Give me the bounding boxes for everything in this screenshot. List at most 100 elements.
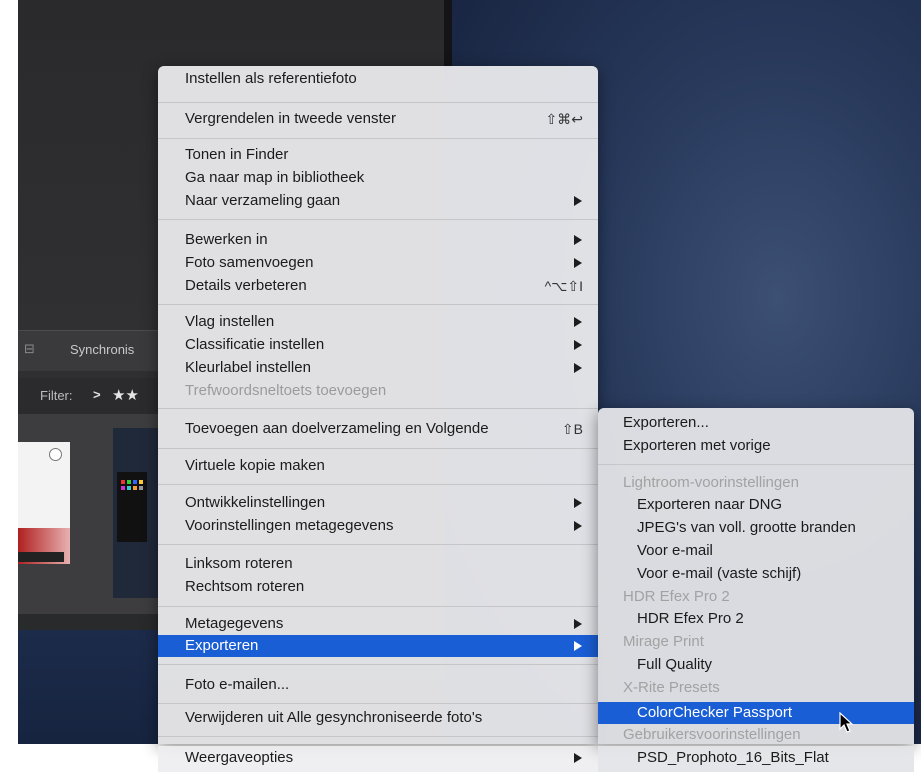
menu-separator xyxy=(158,484,598,485)
submenu-item-label: X-Rite Presets xyxy=(623,679,720,696)
thumbnail-photo[interactable] xyxy=(18,442,70,564)
color-patch xyxy=(133,480,137,484)
submenu-header-lightroom-presets: Lightroom-voorinstellingen xyxy=(598,472,914,494)
submenu-arrow-icon xyxy=(574,235,582,245)
submenu-item-label: Exporteren naar DNG xyxy=(637,496,783,513)
menu-item-rotate-left[interactable]: Linksom roteren xyxy=(158,553,598,575)
menu-item-label: Virtuele kopie maken xyxy=(185,457,325,474)
menu-item-email-photo[interactable]: Foto e-mailen... xyxy=(158,674,598,696)
menu-item-lock-second-window[interactable]: Vergrendelen in tweede venster ⇧⌘↩ xyxy=(158,108,598,130)
filter-operator[interactable]: > xyxy=(93,387,101,402)
menu-item-metadata[interactable]: Metagegevens xyxy=(158,613,598,635)
submenu-item-label: HDR Efex Pro 2 xyxy=(637,610,744,627)
panel-toggle-icon[interactable]: ⊟ xyxy=(24,341,35,357)
submenu-arrow-icon xyxy=(574,196,582,206)
menu-item-metadata-presets[interactable]: Voorinstellingen metagegevens xyxy=(158,515,598,537)
submenu-item-colorchecker-passport[interactable]: ColorChecker Passport xyxy=(598,702,914,724)
menu-item-rotate-right[interactable]: Rechtsom roteren xyxy=(158,576,598,598)
submenu-item-label: ColorChecker Passport xyxy=(637,704,793,721)
submenu-item-hdr-efex[interactable]: HDR Efex Pro 2 xyxy=(598,608,914,630)
export-submenu: Exporteren... Exporteren met vorige Ligh… xyxy=(598,408,914,744)
menu-item-edit-in[interactable]: Bewerken in xyxy=(158,229,598,251)
menu-item-label: Verwijderen uit Alle gesynchroniseerde f… xyxy=(185,709,483,726)
menu-item-photo-merge[interactable]: Foto samenvoegen xyxy=(158,252,598,274)
menu-item-develop-settings[interactable]: Ontwikkelinstellingen xyxy=(158,492,598,514)
color-patch xyxy=(139,480,143,484)
menu-item-set-rating[interactable]: Classificatie instellen xyxy=(158,334,598,356)
filter-bar: Filter: > ★★ xyxy=(18,378,158,414)
menu-item-label: Vergrendelen in tweede venster xyxy=(185,110,396,127)
menu-item-label: Trefwoordsneltoets toevoegen xyxy=(185,382,387,399)
submenu-header-x-rite: X-Rite Presets xyxy=(598,677,914,699)
filter-label: Filter: xyxy=(40,388,73,403)
color-patch xyxy=(127,486,131,490)
menu-item-go-to-folder[interactable]: Ga naar map in bibliotheek xyxy=(158,167,598,189)
submenu-item-label: Full Quality xyxy=(637,656,713,673)
submenu-arrow-icon xyxy=(574,498,582,508)
menu-item-label: Ga naar map in bibliotheek xyxy=(185,169,365,186)
submenu-header-hdr-efex: HDR Efex Pro 2 xyxy=(598,586,914,608)
submenu-item-burn-jpegs[interactable]: JPEG's van voll. grootte branden xyxy=(598,517,914,539)
menu-item-set-color-label[interactable]: Kleurlabel instellen xyxy=(158,357,598,379)
menu-item-label: Naar verzameling gaan xyxy=(185,192,341,209)
menu-item-label: Toevoegen aan doelverzameling en Volgend… xyxy=(185,420,489,437)
menu-item-label: Kleurlabel instellen xyxy=(185,359,311,376)
panel-divider xyxy=(444,0,452,66)
menu-separator xyxy=(158,544,598,545)
submenu-item-for-email-hard-drive[interactable]: Voor e-mail (vaste schijf) xyxy=(598,563,914,585)
submenu-item-label: JPEG's van voll. grootte branden xyxy=(637,519,856,536)
submenu-item-label: Lightroom-voorinstellingen xyxy=(623,474,799,491)
menu-item-create-virtual-copy[interactable]: Virtuele kopie maken xyxy=(158,455,598,477)
menu-item-label: Ontwikkelinstellingen xyxy=(185,494,326,511)
menu-separator xyxy=(158,448,598,449)
thumbnail-badges-icon xyxy=(18,552,64,562)
shortcut-label: ⇧⌘↩ xyxy=(545,111,583,127)
submenu-item-psd-prophoto[interactable]: PSD_Prophoto_16_Bits_Flat xyxy=(598,746,914,772)
menu-item-label: Weergaveopties xyxy=(185,749,294,766)
menu-item-label: Details verbeteren xyxy=(185,277,307,294)
menu-item-enhance-details[interactable]: Details verbeteren ^⌥⇧I xyxy=(158,275,598,297)
menu-item-label: Exporteren xyxy=(185,637,259,654)
selection-circle-icon[interactable] xyxy=(49,448,62,461)
submenu-arrow-icon xyxy=(574,317,582,327)
menu-item-show-in-finder[interactable]: Tonen in Finder xyxy=(158,144,598,166)
menu-item-view-options[interactable]: Weergaveopties xyxy=(158,746,598,772)
menu-separator xyxy=(158,102,598,103)
star-filter-icon[interactable]: ★★ xyxy=(112,386,139,404)
menu-separator xyxy=(158,606,598,607)
desktop-background-lower xyxy=(18,630,158,744)
menu-item-label: Classificatie instellen xyxy=(185,336,325,353)
submenu-item-export-previous[interactable]: Exporteren met vorige xyxy=(598,435,914,457)
shortcut-label: ⇧B xyxy=(561,421,583,437)
color-patch xyxy=(121,486,125,490)
menu-separator xyxy=(158,408,598,409)
menu-item-add-to-target-collection[interactable]: Toevoegen aan doelverzameling en Volgend… xyxy=(158,418,598,440)
color-patch xyxy=(127,480,131,484)
color-patch xyxy=(139,486,143,490)
menu-item-remove-from-synced[interactable]: Verwijderen uit Alle gesynchroniseerde f… xyxy=(158,707,598,729)
submenu-arrow-icon xyxy=(574,641,582,651)
submenu-item-label: HDR Efex Pro 2 xyxy=(623,588,730,605)
synchronize-button[interactable]: Synchronis xyxy=(70,342,134,357)
mouse-pointer-icon xyxy=(839,712,854,733)
menu-item-set-flag[interactable]: Vlag instellen xyxy=(158,311,598,333)
thumbnail-colorchecker[interactable] xyxy=(113,428,158,598)
menu-item-export[interactable]: Exporteren xyxy=(158,635,598,657)
menu-item-add-keyword-shortcut: Trefwoordsneltoets toevoegen xyxy=(158,380,598,402)
submenu-item-export[interactable]: Exporteren... xyxy=(598,412,914,434)
submenu-item-label: Exporteren... xyxy=(623,414,709,431)
submenu-item-label: Mirage Print xyxy=(623,633,704,650)
menu-item-set-reference-photo[interactable]: Instellen als referentiefoto xyxy=(158,68,598,90)
submenu-header-mirage-print: Mirage Print xyxy=(598,631,914,653)
menu-item-label: Rechtsom roteren xyxy=(185,578,305,595)
menu-item-go-to-collection[interactable]: Naar verzameling gaan xyxy=(158,190,598,212)
sync-toolbar: ⊟ Synchronis xyxy=(18,330,158,371)
menu-item-label: Vlag instellen xyxy=(185,313,275,330)
menu-separator xyxy=(158,304,598,305)
color-patch xyxy=(121,480,125,484)
submenu-item-full-quality[interactable]: Full Quality xyxy=(598,654,914,676)
submenu-item-export-dng[interactable]: Exporteren naar DNG xyxy=(598,494,914,516)
submenu-item-for-email[interactable]: Voor e-mail xyxy=(598,540,914,562)
menu-item-label: Metagegevens xyxy=(185,615,284,632)
submenu-arrow-icon xyxy=(574,753,582,763)
